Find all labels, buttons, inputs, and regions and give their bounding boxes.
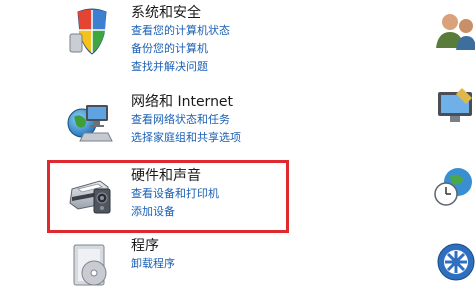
- network-globe-icon[interactable]: [64, 93, 120, 149]
- link-check-status[interactable]: 查看您的计算机状态: [131, 22, 311, 40]
- category-text: 网络和 Internet 查看网络状态和任务 选择家庭组和共享选项: [131, 93, 311, 147]
- appearance-icon[interactable]: [432, 84, 475, 128]
- highlight-box: [47, 160, 289, 233]
- category-title[interactable]: 程序: [131, 237, 311, 255]
- link-network-status[interactable]: 查看网络状态和任务: [131, 111, 311, 129]
- link-uninstall[interactable]: 卸载程序: [131, 255, 311, 273]
- programs-icon[interactable]: [64, 237, 120, 293]
- category-title[interactable]: 网络和 Internet: [131, 93, 311, 111]
- clock-globe-icon[interactable]: [432, 164, 475, 208]
- category-title[interactable]: 系统和安全: [131, 4, 311, 22]
- link-homegroup[interactable]: 选择家庭组和共享选项: [131, 129, 311, 147]
- control-panel: 系统和安全 查看您的计算机状态 备份您的计算机 查找并解决问题 网络和 Inte…: [0, 0, 475, 296]
- user-accounts-icon[interactable]: [432, 8, 475, 52]
- shield-icon[interactable]: [64, 4, 120, 60]
- ease-of-access-icon[interactable]: [432, 238, 475, 282]
- link-backup[interactable]: 备份您的计算机: [131, 40, 311, 58]
- category-text: 程序 卸载程序: [131, 237, 311, 273]
- category-text: 系统和安全 查看您的计算机状态 备份您的计算机 查找并解决问题: [131, 4, 311, 76]
- link-troubleshoot[interactable]: 查找并解决问题: [131, 58, 311, 76]
